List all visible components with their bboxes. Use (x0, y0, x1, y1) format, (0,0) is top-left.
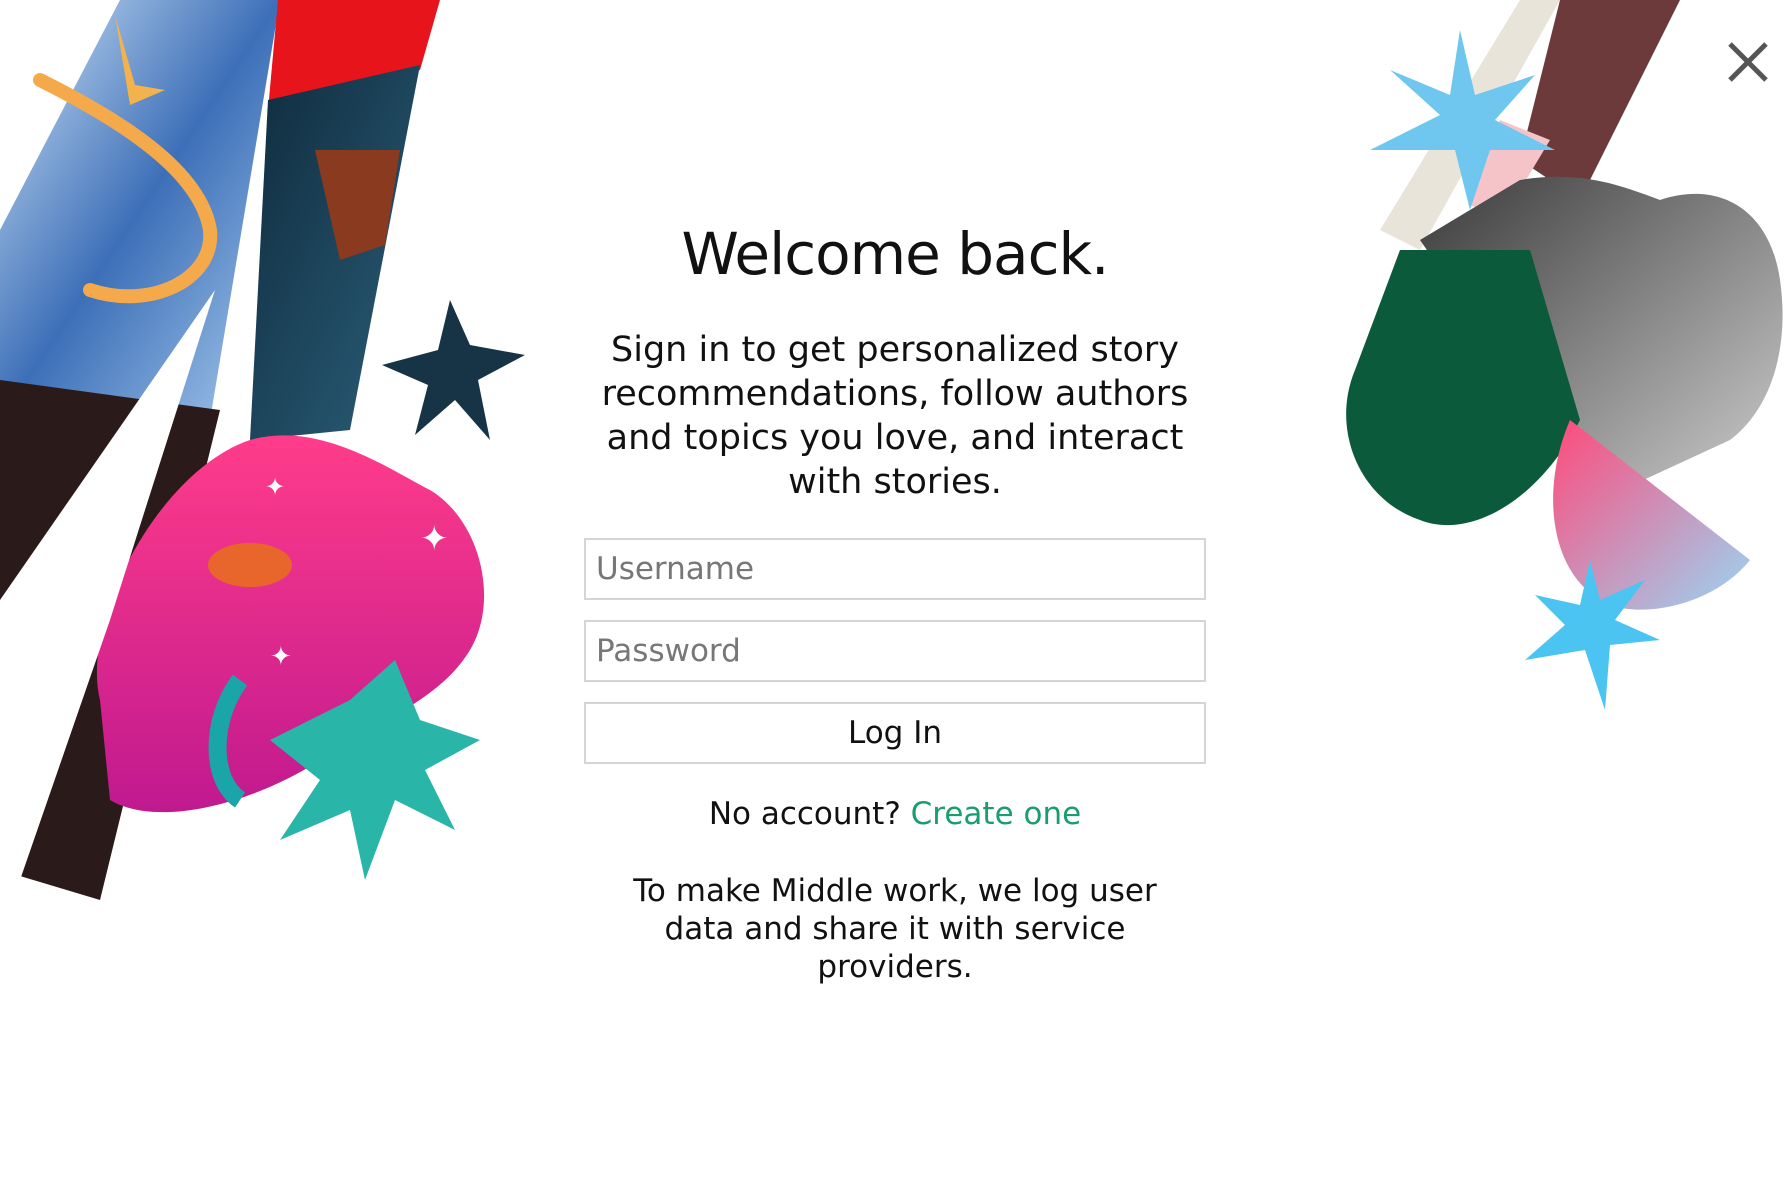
dark-star (382, 300, 525, 440)
close-button[interactable] (1724, 38, 1772, 86)
create-account-link[interactable]: Create one (911, 796, 1082, 832)
username-input[interactable] (584, 537, 1206, 600)
signup-prompt: No account? (708, 795, 901, 832)
page-title: Welcome back. (681, 220, 1109, 288)
dark-shard (250, 65, 420, 440)
sparkle: ✦ (420, 519, 449, 559)
blue-starburst (1525, 560, 1660, 710)
sparkle: ✦ (265, 473, 285, 501)
password-input[interactable] (584, 619, 1206, 682)
login-button[interactable]: Log In (584, 701, 1206, 764)
left-illustration: ✦ ✦ ✦ (0, 0, 525, 900)
close-icon (1728, 42, 1768, 82)
sparkle: ✦ (270, 642, 292, 672)
signup-row: No account? Create one (560, 794, 1230, 834)
maroon-shard (1520, 0, 1680, 200)
flower-center (208, 543, 292, 587)
signin-panel: Welcome back. Sign in to get personalize… (560, 220, 1230, 986)
right-illustration (1346, 0, 1783, 710)
login-page: ✦ ✦ ✦ Welcome back. Sign in to get perso… (0, 0, 1790, 1188)
signin-description: Sign in to get personalized story recomm… (601, 329, 1189, 502)
data-notice: To make Middle work, we log user data an… (633, 872, 1157, 985)
blue-shard (0, 0, 280, 420)
